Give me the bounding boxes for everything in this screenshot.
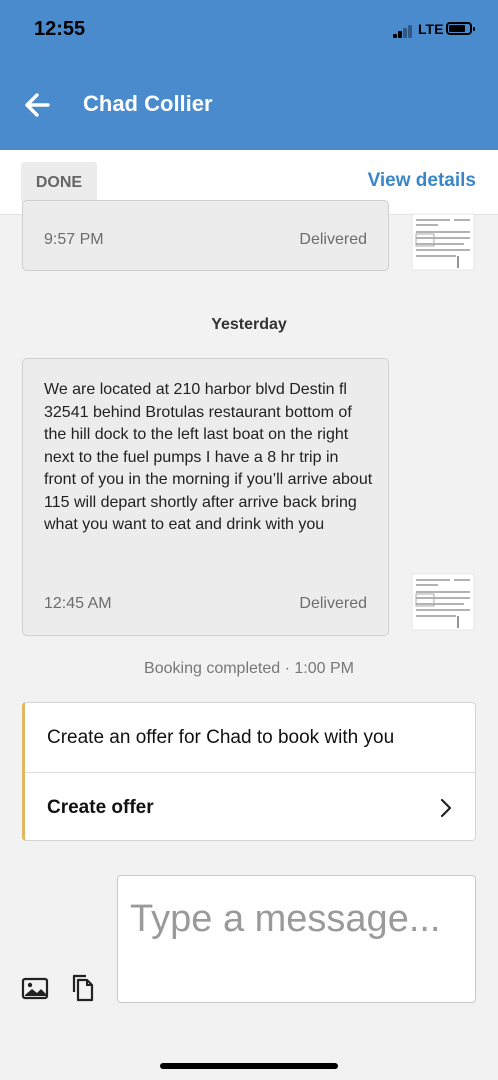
booking-status-message: Booking completed · 1:00 PM [144, 660, 354, 677]
contact-name: Chad Collier [83, 91, 213, 116]
done-button[interactable]: DONE [21, 162, 97, 204]
copy-button[interactable] [68, 973, 96, 1002]
chevron-right-icon [440, 798, 452, 818]
create-offer-card: Create an offer for Chad to book with yo… [22, 702, 476, 841]
document-thumbnail-icon[interactable] [410, 212, 476, 272]
network-label: LTE [418, 21, 444, 37]
message-bubble: 9:57 PM Delivered [22, 200, 389, 271]
image-icon [21, 977, 49, 1000]
document-thumbnail-icon[interactable] [410, 572, 476, 632]
copy-icon [72, 974, 94, 1002]
conversation-header: Chad Collier [0, 62, 498, 150]
message-composer: Fishing Booker [0, 860, 498, 1080]
home-indicator [160, 1063, 338, 1069]
status-bar: 12:55 LTE [0, 0, 498, 62]
create-offer-label: Create offer [47, 797, 154, 818]
message-status: Delivered [299, 231, 367, 248]
battery-icon [446, 22, 475, 35]
message-input[interactable] [117, 875, 476, 1003]
message-time: 9:57 PM [44, 231, 104, 248]
attach-image-button[interactable] [21, 974, 49, 1002]
message-bubble: We are located at 210 harbor blvd Destin… [22, 358, 389, 636]
signal-icon [393, 24, 415, 38]
offer-prompt: Create an offer for Chad to book with yo… [47, 727, 395, 748]
view-details-link[interactable]: View details [368, 170, 476, 192]
create-offer-button[interactable]: Create offer [25, 773, 475, 841]
back-button[interactable] [20, 88, 56, 122]
message-time: 12:45 AM [44, 595, 112, 612]
message-status: Delivered [299, 595, 367, 612]
back-arrow-icon [25, 93, 50, 117]
message-text: We are located at 210 harbor blvd Destin… [44, 381, 373, 533]
status-time: 12:55 [34, 18, 86, 40]
date-separator: Yesterday [211, 316, 287, 333]
